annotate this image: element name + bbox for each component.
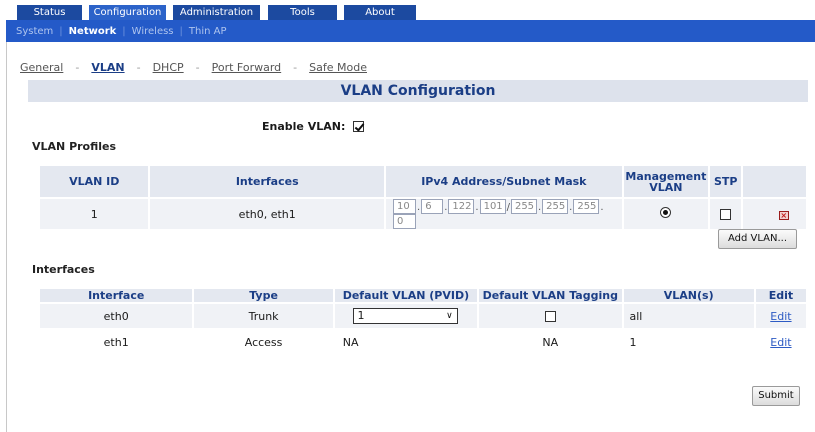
ip-dot: .: [444, 201, 448, 213]
vlans-cell: 1: [623, 330, 754, 354]
crumb-vlan[interactable]: VLAN: [91, 61, 124, 74]
pvid-select[interactable]: 1 ∨: [353, 308, 459, 324]
type-cell: Access: [194, 330, 333, 354]
interfaces-heading: Interfaces: [32, 263, 95, 276]
mask-octet-4[interactable]: 0: [393, 214, 417, 229]
ip-octet-3[interactable]: 122: [448, 199, 475, 214]
enable-vlan-row: Enable VLAN:: [262, 120, 365, 133]
ip-octet-1[interactable]: 10: [393, 199, 417, 214]
ip-dot: .: [417, 201, 421, 213]
mask-octet-2[interactable]: 255: [542, 199, 569, 214]
crumb-dhcp[interactable]: DHCP: [153, 61, 184, 74]
crumb-general[interactable]: General: [20, 61, 63, 74]
table-row: eth1 Access NA NA 1 Edit: [40, 330, 806, 354]
vlan-profiles-heading: VLAN Profiles: [32, 140, 117, 153]
vlan-profiles-table: VLAN ID Interfaces IPv4 Address/Subnet M…: [38, 164, 808, 231]
table-row: eth0 Trunk 1 ∨ all Edit: [40, 304, 806, 328]
subnav-separator: |: [122, 25, 126, 37]
mask-octet-1[interactable]: 255: [510, 199, 537, 214]
crumb-safe-mode[interactable]: Safe Mode: [309, 61, 367, 74]
tagging-cell: NA: [479, 330, 622, 354]
tagging-checkbox[interactable]: [544, 311, 556, 322]
subnav-separator: |: [59, 25, 63, 37]
mask-dot: .: [600, 201, 604, 213]
ip-octet-2[interactable]: 6: [421, 199, 444, 214]
top-nav: Status Configuration Administration Tool…: [6, 0, 815, 20]
mask-dot: .: [537, 201, 542, 213]
chevron-down-icon: ∨: [446, 311, 453, 321]
col-tagging: Default VLAN Tagging: [479, 289, 622, 302]
col-stp: STP: [710, 166, 742, 197]
vlans-cell: all: [623, 304, 754, 328]
interfaces-cell: eth0, eth1: [150, 199, 385, 229]
subnav-thin-ap[interactable]: Thin AP: [189, 26, 227, 37]
crumb-separator: -: [195, 61, 200, 74]
edit-cell: Edit: [755, 330, 806, 354]
tab-administration[interactable]: Administration: [173, 5, 260, 20]
enable-vlan-checkbox[interactable]: [353, 121, 365, 132]
subnav-system[interactable]: System: [16, 26, 53, 37]
page-title: VLAN Configuration: [28, 80, 808, 102]
col-ipv4: IPv4 Address/Subnet Mask: [386, 166, 622, 197]
col-edit: Edit: [755, 289, 806, 302]
tab-configuration[interactable]: Configuration: [89, 5, 166, 20]
tab-status[interactable]: Status: [17, 5, 82, 20]
pvid-cell: NA: [334, 330, 478, 354]
ip-dot: .: [475, 201, 479, 213]
add-vlan-button[interactable]: Add VLAN...: [718, 229, 797, 249]
stp-cell: [710, 199, 742, 229]
crumb-separator: -: [136, 61, 141, 74]
edit-link[interactable]: Edit: [770, 310, 791, 323]
submit-button[interactable]: Submit: [752, 386, 800, 406]
sub-nav: System | Network | Wireless | Thin AP: [6, 20, 815, 42]
mask-dot: .: [569, 201, 573, 213]
col-delete: [743, 166, 806, 197]
pvid-select-value: 1: [357, 309, 365, 322]
type-cell: Trunk: [194, 304, 333, 328]
pvid-cell: 1 ∨: [334, 304, 478, 328]
col-vlans: VLAN(s): [623, 289, 754, 302]
delete-vlan-icon[interactable]: ×: [778, 210, 789, 220]
tagging-cell: [479, 304, 622, 328]
mask-octet-3[interactable]: 255: [573, 199, 600, 214]
ipv4-cell: 10. 6. 122. 101/255. 255. 255.0: [386, 199, 622, 229]
crumb-port-forward[interactable]: Port Forward: [212, 61, 282, 74]
edit-link[interactable]: Edit: [770, 336, 791, 349]
mask-separator: /: [506, 201, 510, 213]
col-management-line2: VLAN: [649, 180, 683, 194]
ip-octet-4[interactable]: 101: [479, 199, 506, 214]
management-cell: [623, 199, 709, 229]
stp-checkbox[interactable]: [720, 209, 732, 220]
crumb-separator: -: [293, 61, 298, 74]
col-interface: Interface: [40, 289, 193, 302]
col-management-vlan: Management VLAN: [623, 166, 709, 197]
interface-cell: eth1: [40, 330, 193, 354]
interface-cell: eth0: [40, 304, 193, 328]
enable-vlan-label: Enable VLAN:: [262, 120, 346, 133]
subnav-separator: |: [179, 25, 183, 37]
tab-tools[interactable]: Tools: [268, 5, 337, 20]
col-pvid: Default VLAN (PVID): [334, 289, 478, 302]
tab-about[interactable]: About: [344, 5, 416, 20]
col-type: Type: [194, 289, 333, 302]
subnav-wireless[interactable]: Wireless: [132, 26, 174, 37]
breadcrumb: General - VLAN - DHCP - Port Forward - S…: [20, 61, 367, 74]
edit-cell: Edit: [755, 304, 806, 328]
table-row: 1 eth0, eth1 10. 6. 122. 101/255. 255. 255.0 …: [40, 199, 806, 229]
vlan-id-cell: 1: [40, 199, 149, 229]
delete-cell: ×: [743, 199, 806, 229]
col-interfaces: Interfaces: [150, 166, 385, 197]
crumb-separator: -: [75, 61, 80, 74]
management-vlan-radio[interactable]: [660, 207, 672, 218]
interfaces-table: Interface Type Default VLAN (PVID) Defau…: [38, 287, 808, 356]
col-vlan-id: VLAN ID: [40, 166, 149, 197]
subnav-network[interactable]: Network: [69, 26, 117, 37]
